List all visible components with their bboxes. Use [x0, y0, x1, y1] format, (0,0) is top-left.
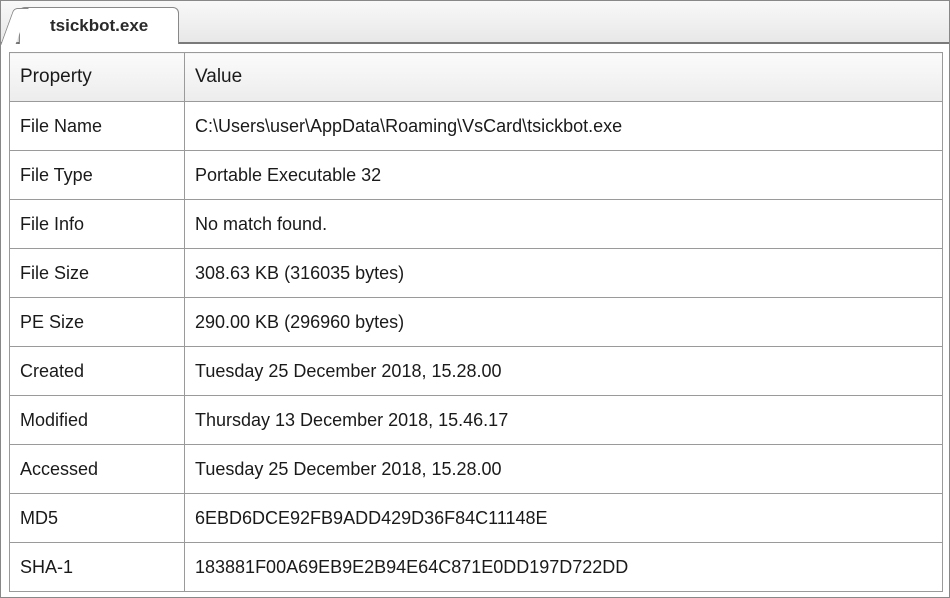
- property-cell: File Name: [10, 102, 185, 151]
- table-row[interactable]: SHA-1183881F00A69EB9E2B94E64C871E0DD197D…: [10, 543, 943, 592]
- property-cell: Created: [10, 347, 185, 396]
- table-row[interactable]: AccessedTuesday 25 December 2018, 15.28.…: [10, 445, 943, 494]
- property-cell: Accessed: [10, 445, 185, 494]
- table-row[interactable]: File NameC:\Users\user\AppData\Roaming\V…: [10, 102, 943, 151]
- value-cell: 183881F00A69EB9E2B94E64C871E0DD197D722DD: [185, 543, 943, 592]
- property-cell: Modified: [10, 396, 185, 445]
- property-cell: MD5: [10, 494, 185, 543]
- property-cell: File Size: [10, 249, 185, 298]
- property-cell: SHA-1: [10, 543, 185, 592]
- table-row[interactable]: File TypePortable Executable 32: [10, 151, 943, 200]
- properties-table: Property Value File NameC:\Users\user\Ap…: [9, 52, 943, 592]
- header-value[interactable]: Value: [185, 53, 943, 102]
- table-row[interactable]: ModifiedThursday 13 December 2018, 15.46…: [10, 396, 943, 445]
- table-row[interactable]: File InfoNo match found.: [10, 200, 943, 249]
- value-cell: Thursday 13 December 2018, 15.46.17: [185, 396, 943, 445]
- property-cell: File Type: [10, 151, 185, 200]
- table-row[interactable]: CreatedTuesday 25 December 2018, 15.28.0…: [10, 347, 943, 396]
- table-header-row: Property Value: [10, 53, 943, 102]
- value-cell: C:\Users\user\AppData\Roaming\VsCard\tsi…: [185, 102, 943, 151]
- header-property[interactable]: Property: [10, 53, 185, 102]
- value-cell: No match found.: [185, 200, 943, 249]
- table-row[interactable]: PE Size290.00 KB (296960 bytes): [10, 298, 943, 347]
- value-cell: Tuesday 25 December 2018, 15.28.00: [185, 445, 943, 494]
- properties-panel: Property Value File NameC:\Users\user\Ap…: [1, 44, 949, 597]
- window: tsickbot.exe Property Value File NameC:\…: [0, 0, 950, 598]
- property-cell: PE Size: [10, 298, 185, 347]
- value-cell: Portable Executable 32: [185, 151, 943, 200]
- property-cell: File Info: [10, 200, 185, 249]
- value-cell: Tuesday 25 December 2018, 15.28.00: [185, 347, 943, 396]
- table-row[interactable]: MD56EBD6DCE92FB9ADD429D36F84C11148E: [10, 494, 943, 543]
- value-cell: 6EBD6DCE92FB9ADD429D36F84C11148E: [185, 494, 943, 543]
- value-cell: 308.63 KB (316035 bytes): [185, 249, 943, 298]
- value-cell: 290.00 KB (296960 bytes): [185, 298, 943, 347]
- tab-bar: tsickbot.exe: [1, 1, 949, 44]
- table-row[interactable]: File Size308.63 KB (316035 bytes): [10, 249, 943, 298]
- tab-file[interactable]: tsickbot.exe: [19, 7, 179, 44]
- tab-label: tsickbot.exe: [50, 16, 148, 35]
